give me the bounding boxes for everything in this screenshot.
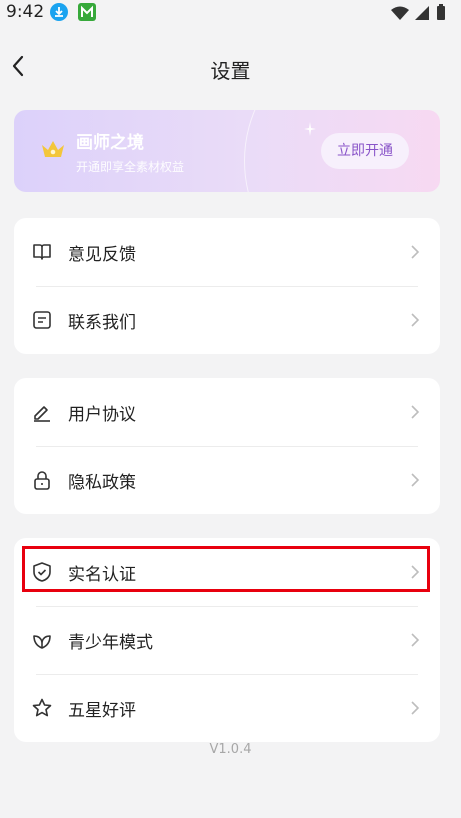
user-agreement-item[interactable]: 用户协议 xyxy=(14,378,440,446)
chevron-right-icon xyxy=(411,701,420,715)
settings-group-legal: 用户协议 隐私政策 xyxy=(14,378,440,514)
privacy-policy-item[interactable]: 隐私政策 xyxy=(14,446,440,514)
status-bar: 9:42 xyxy=(0,0,461,26)
vip-banner[interactable]: 画师之境 开通即享全素材权益 立即开通 xyxy=(14,110,440,192)
sparkle-icon xyxy=(304,122,316,136)
status-time: 9:42 xyxy=(6,2,45,22)
contact-us-label: 联系我们 xyxy=(68,313,136,333)
privacy-policy-label: 隐私政策 xyxy=(68,473,136,493)
star-icon xyxy=(32,698,52,717)
feedback-label: 意见反馈 xyxy=(68,245,136,265)
chevron-right-icon xyxy=(411,245,420,259)
five-star-rating-label: 五星好评 xyxy=(68,701,136,721)
app-version: V1.0.4 xyxy=(209,742,252,757)
vip-title: 画师之境 xyxy=(76,133,144,153)
page-title: 设置 xyxy=(210,59,251,83)
leaf-icon xyxy=(33,635,51,649)
contact-message-icon xyxy=(33,311,51,329)
five-star-rating-item[interactable]: 五星好评 xyxy=(14,674,440,742)
teen-mode-item[interactable]: 青少年模式 xyxy=(14,606,440,674)
app-notification-icon xyxy=(78,3,96,21)
feedback-book-icon xyxy=(33,244,51,260)
crown-icon xyxy=(42,141,64,157)
settings-group-support: 意见反馈 联系我们 xyxy=(14,218,440,354)
vip-subtitle: 开通即享全素材权益 xyxy=(76,160,185,174)
contact-us-item[interactable]: 联系我们 xyxy=(14,286,440,354)
chevron-right-icon xyxy=(411,633,420,647)
download-icon xyxy=(50,3,68,21)
chevron-right-icon xyxy=(411,313,420,327)
chevron-right-icon xyxy=(411,473,420,487)
user-agreement-label: 用户协议 xyxy=(68,405,136,425)
lock-icon xyxy=(34,471,50,490)
feedback-item[interactable]: 意见反馈 xyxy=(14,218,440,286)
chevron-right-icon xyxy=(411,405,420,419)
pen-icon xyxy=(34,406,50,422)
header: 设置 xyxy=(0,40,461,96)
teen-mode-label: 青少年模式 xyxy=(68,633,153,653)
highlight-annotation xyxy=(22,546,430,592)
signal-battery-icon xyxy=(391,4,445,20)
activate-vip-button[interactable]: 立即开通 xyxy=(321,133,409,169)
